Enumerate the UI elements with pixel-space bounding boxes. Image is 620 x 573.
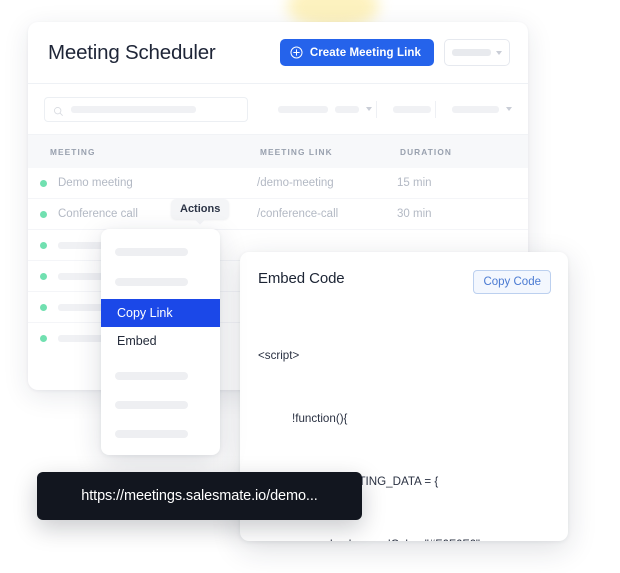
menu-placeholder-item[interactable] [115, 278, 188, 286]
placeholder-bar [452, 49, 491, 56]
copy-code-button[interactable]: Copy Code [473, 270, 551, 294]
search-icon [53, 104, 64, 116]
column-header-duration: DURATION [400, 146, 452, 157]
status-dot-icon [40, 303, 47, 311]
table-header-row: MEETING MEETING LINK DURATION [28, 135, 528, 168]
status-dot-icon [40, 179, 47, 187]
filter-group-2[interactable] [393, 105, 431, 113]
actions-tooltip-label: Actions [180, 203, 221, 215]
plus-circle-icon [290, 46, 303, 59]
copied-url-toast: https://meetings.salesmate.io/demo... [37, 472, 362, 520]
column-header-meeting-link: MEETING LINK [260, 146, 333, 157]
cell-meeting-link: /conference-call [257, 208, 339, 220]
filter-group-3[interactable] [452, 105, 512, 113]
status-dot-icon [40, 272, 47, 280]
menu-placeholder-item[interactable] [115, 430, 188, 438]
status-dot-icon [40, 335, 47, 342]
chevron-down-icon [366, 107, 372, 111]
menu-placeholder-item[interactable] [115, 248, 188, 256]
filter-placeholder-bar [335, 105, 359, 113]
copy-code-label: Copy Code [483, 276, 541, 288]
filter-placeholder-bar [278, 105, 328, 113]
status-dot-icon [40, 210, 47, 218]
embed-panel-header: Embed Code Copy Code [240, 252, 568, 294]
toolbar-divider [376, 100, 377, 118]
cell-duration: 30 min [397, 208, 432, 220]
screenshot-stage: Meeting Scheduler Create Meeting Link ME… [0, 0, 620, 573]
status-dot-icon [40, 241, 47, 249]
search-placeholder-bar [71, 105, 196, 113]
code-line: <script> [258, 349, 300, 362]
filter-placeholder-bar [393, 105, 431, 113]
menu-item-copy-link[interactable]: Copy Link [101, 299, 220, 327]
cell-duration: 15 min [397, 177, 432, 189]
cell-meeting-link: /demo-meeting [257, 177, 334, 189]
code-line: !function(){ [292, 412, 348, 425]
create-meeting-link-label: Create Meeting Link [309, 46, 421, 59]
copied-url-text: https://meetings.salesmate.io/demo... [81, 488, 318, 504]
table-row[interactable]: Conference call /conference-call 30 min [28, 199, 528, 230]
embed-panel-title: Embed Code [258, 270, 345, 287]
filter-group-1[interactable] [278, 105, 372, 113]
chevron-down-icon [506, 107, 512, 111]
menu-placeholder-item[interactable] [115, 401, 188, 409]
table-row[interactable]: Demo meeting /demo-meeting 15 min [28, 168, 528, 199]
page-title: Meeting Scheduler [48, 40, 216, 64]
search-input[interactable] [44, 96, 248, 122]
actions-tooltip[interactable]: Actions [171, 199, 230, 219]
filter-placeholder-bar [452, 105, 499, 113]
menu-item-copy-link-label: Copy Link [117, 306, 173, 320]
actions-dropdown-menu: Copy Link Embed [101, 229, 220, 455]
menu-item-embed-label: Embed [117, 334, 157, 348]
table-toolbar [28, 84, 528, 135]
menu-placeholder-item[interactable] [115, 372, 188, 380]
header-select-placeholder[interactable] [444, 39, 510, 66]
cell-meeting-name: Demo meeting [58, 177, 133, 189]
column-header-meeting: MEETING [50, 146, 96, 157]
chevron-down-icon [496, 50, 502, 55]
menu-item-embed[interactable]: Embed [101, 327, 220, 355]
code-line: backgroundColor: "#F6F6F6", [258, 534, 554, 541]
toolbar-divider [435, 100, 436, 118]
card-header: Meeting Scheduler Create Meeting Link [28, 22, 528, 84]
create-meeting-link-button[interactable]: Create Meeting Link [279, 39, 434, 66]
